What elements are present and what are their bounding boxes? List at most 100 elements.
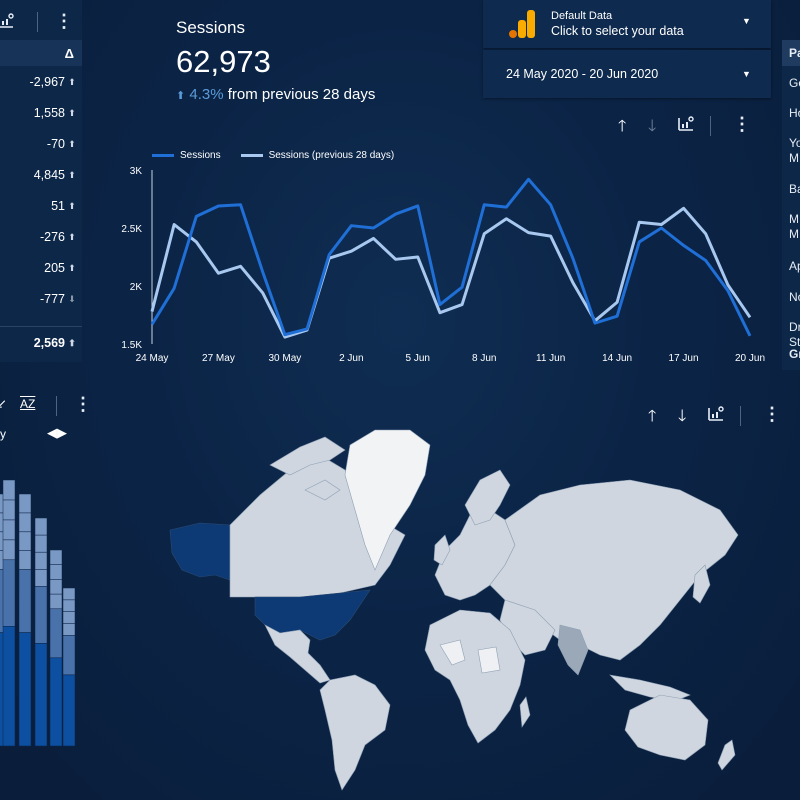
more-options-icon[interactable]: ⋮ [55,11,73,32]
sort-icon[interactable]: ↙ [0,396,7,412]
data-point[interactable] [526,230,531,235]
data-point[interactable] [460,302,465,307]
data-point[interactable] [615,314,620,319]
more-options-icon[interactable]: ⋮ [733,114,751,135]
right-table-row-label: Yo [789,136,800,150]
right-table-row-label: Dr [789,320,800,334]
arrow-up-icon: ⬆ [68,337,76,348]
data-point[interactable] [282,332,287,337]
world-map[interactable] [160,425,750,795]
map-region-new-zealand[interactable] [717,739,736,771]
data-point[interactable] [482,231,487,236]
explore-icon[interactable] [0,13,14,34]
date-range-selector[interactable]: 24 May 2020 - 20 Jun 2020 ▼ [483,50,771,98]
caret-down-icon[interactable]: ▼ [742,16,751,26]
data-point[interactable] [371,236,376,241]
bar-segment[interactable] [49,608,63,659]
data-point[interactable] [637,220,642,225]
data-point[interactable] [637,239,642,244]
delta-row: -2,967 ⬆ [0,72,76,92]
data-point[interactable] [659,226,664,231]
data-point[interactable] [327,252,332,257]
map-region-southeast-asia[interactable] [609,674,691,702]
sort-a-z-icon[interactable]: AZ [20,397,35,411]
data-source-selector[interactable]: Default Data Click to select your data ▼ [483,0,771,48]
map-region-australia[interactable] [624,694,709,761]
bar-segment[interactable] [2,626,16,747]
map-region-madagascar[interactable] [519,696,531,728]
data-point[interactable] [172,286,177,291]
analytics-logo-icon [509,10,535,45]
data-point[interactable] [615,300,620,305]
data-point[interactable] [371,226,376,231]
left-toolbar: ⋮ [0,10,82,36]
caret-down-icon[interactable]: ▼ [742,69,751,79]
right-table-row-label: Ap [789,259,800,273]
data-point[interactable] [725,288,730,293]
data-point[interactable] [570,280,575,285]
explore-icon[interactable] [708,406,724,427]
data-point[interactable] [460,285,465,290]
data-point[interactable] [504,205,509,210]
data-point[interactable] [681,243,686,248]
right-table-row-label: M [789,151,799,165]
data-point[interactable] [305,326,310,331]
data-point[interactable] [349,249,354,254]
delta-total-value: 2,569 [33,336,65,350]
bar-segment[interactable] [18,569,32,633]
map-region-africa[interactable] [424,609,526,744]
data-point[interactable] [150,309,155,314]
map-region-south-america[interactable] [319,674,391,791]
delta-column-header[interactable]: Δ [0,40,82,66]
data-point[interactable] [238,264,243,269]
previous-page-icon[interactable]: ◀ [47,425,57,440]
explore-icon[interactable] [678,116,694,137]
data-point[interactable] [415,203,420,208]
data-point[interactable] [748,333,753,338]
data-point[interactable] [393,212,398,217]
data-point[interactable] [482,202,487,207]
data-point[interactable] [437,310,442,315]
data-point[interactable] [349,223,354,228]
data-point[interactable] [194,214,199,219]
data-point[interactable] [504,216,509,221]
bar-segment[interactable] [34,643,48,747]
sort-descending-icon[interactable]: 🡓 [648,115,656,142]
data-point[interactable] [216,203,221,208]
data-point[interactable] [260,290,265,295]
data-point[interactable] [216,271,221,276]
bar-segment[interactable] [49,657,63,747]
sort-ascending-icon[interactable]: 🡑 [618,115,626,142]
data-point[interactable] [703,258,708,263]
data-point[interactable] [570,256,575,261]
data-point[interactable] [150,322,155,327]
more-options-icon[interactable]: ⋮ [74,394,92,415]
data-point[interactable] [194,239,199,244]
data-point[interactable] [172,222,177,227]
data-point[interactable] [548,234,553,239]
map-region-alaska[interactable] [169,522,231,581]
data-point[interactable] [238,202,243,207]
bar-segment[interactable] [62,635,76,676]
x-tick-label: 27 May [202,353,235,364]
data-point[interactable] [748,315,753,320]
more-options-icon[interactable]: ⋮ [763,404,781,425]
bar-segment[interactable] [34,586,48,644]
right-table-header-label: Pa [789,46,800,60]
data-point[interactable] [592,321,597,326]
delta-value: -777 [39,292,65,306]
data-point[interactable] [437,302,442,307]
bar-segment[interactable] [62,674,76,747]
data-point[interactable] [393,257,398,262]
data-point[interactable] [548,202,553,207]
bar-segment[interactable] [2,559,16,627]
data-point[interactable] [681,206,686,211]
data-point[interactable] [260,270,265,275]
delta-row: 205 ⬆ [0,258,76,278]
data-point[interactable] [526,177,531,182]
data-point[interactable] [415,255,420,260]
bar-segment[interactable] [18,632,32,747]
data-point[interactable] [703,231,708,236]
next-page-icon[interactable]: ▶ [57,425,67,440]
map-region-scandinavia[interactable] [464,469,511,526]
